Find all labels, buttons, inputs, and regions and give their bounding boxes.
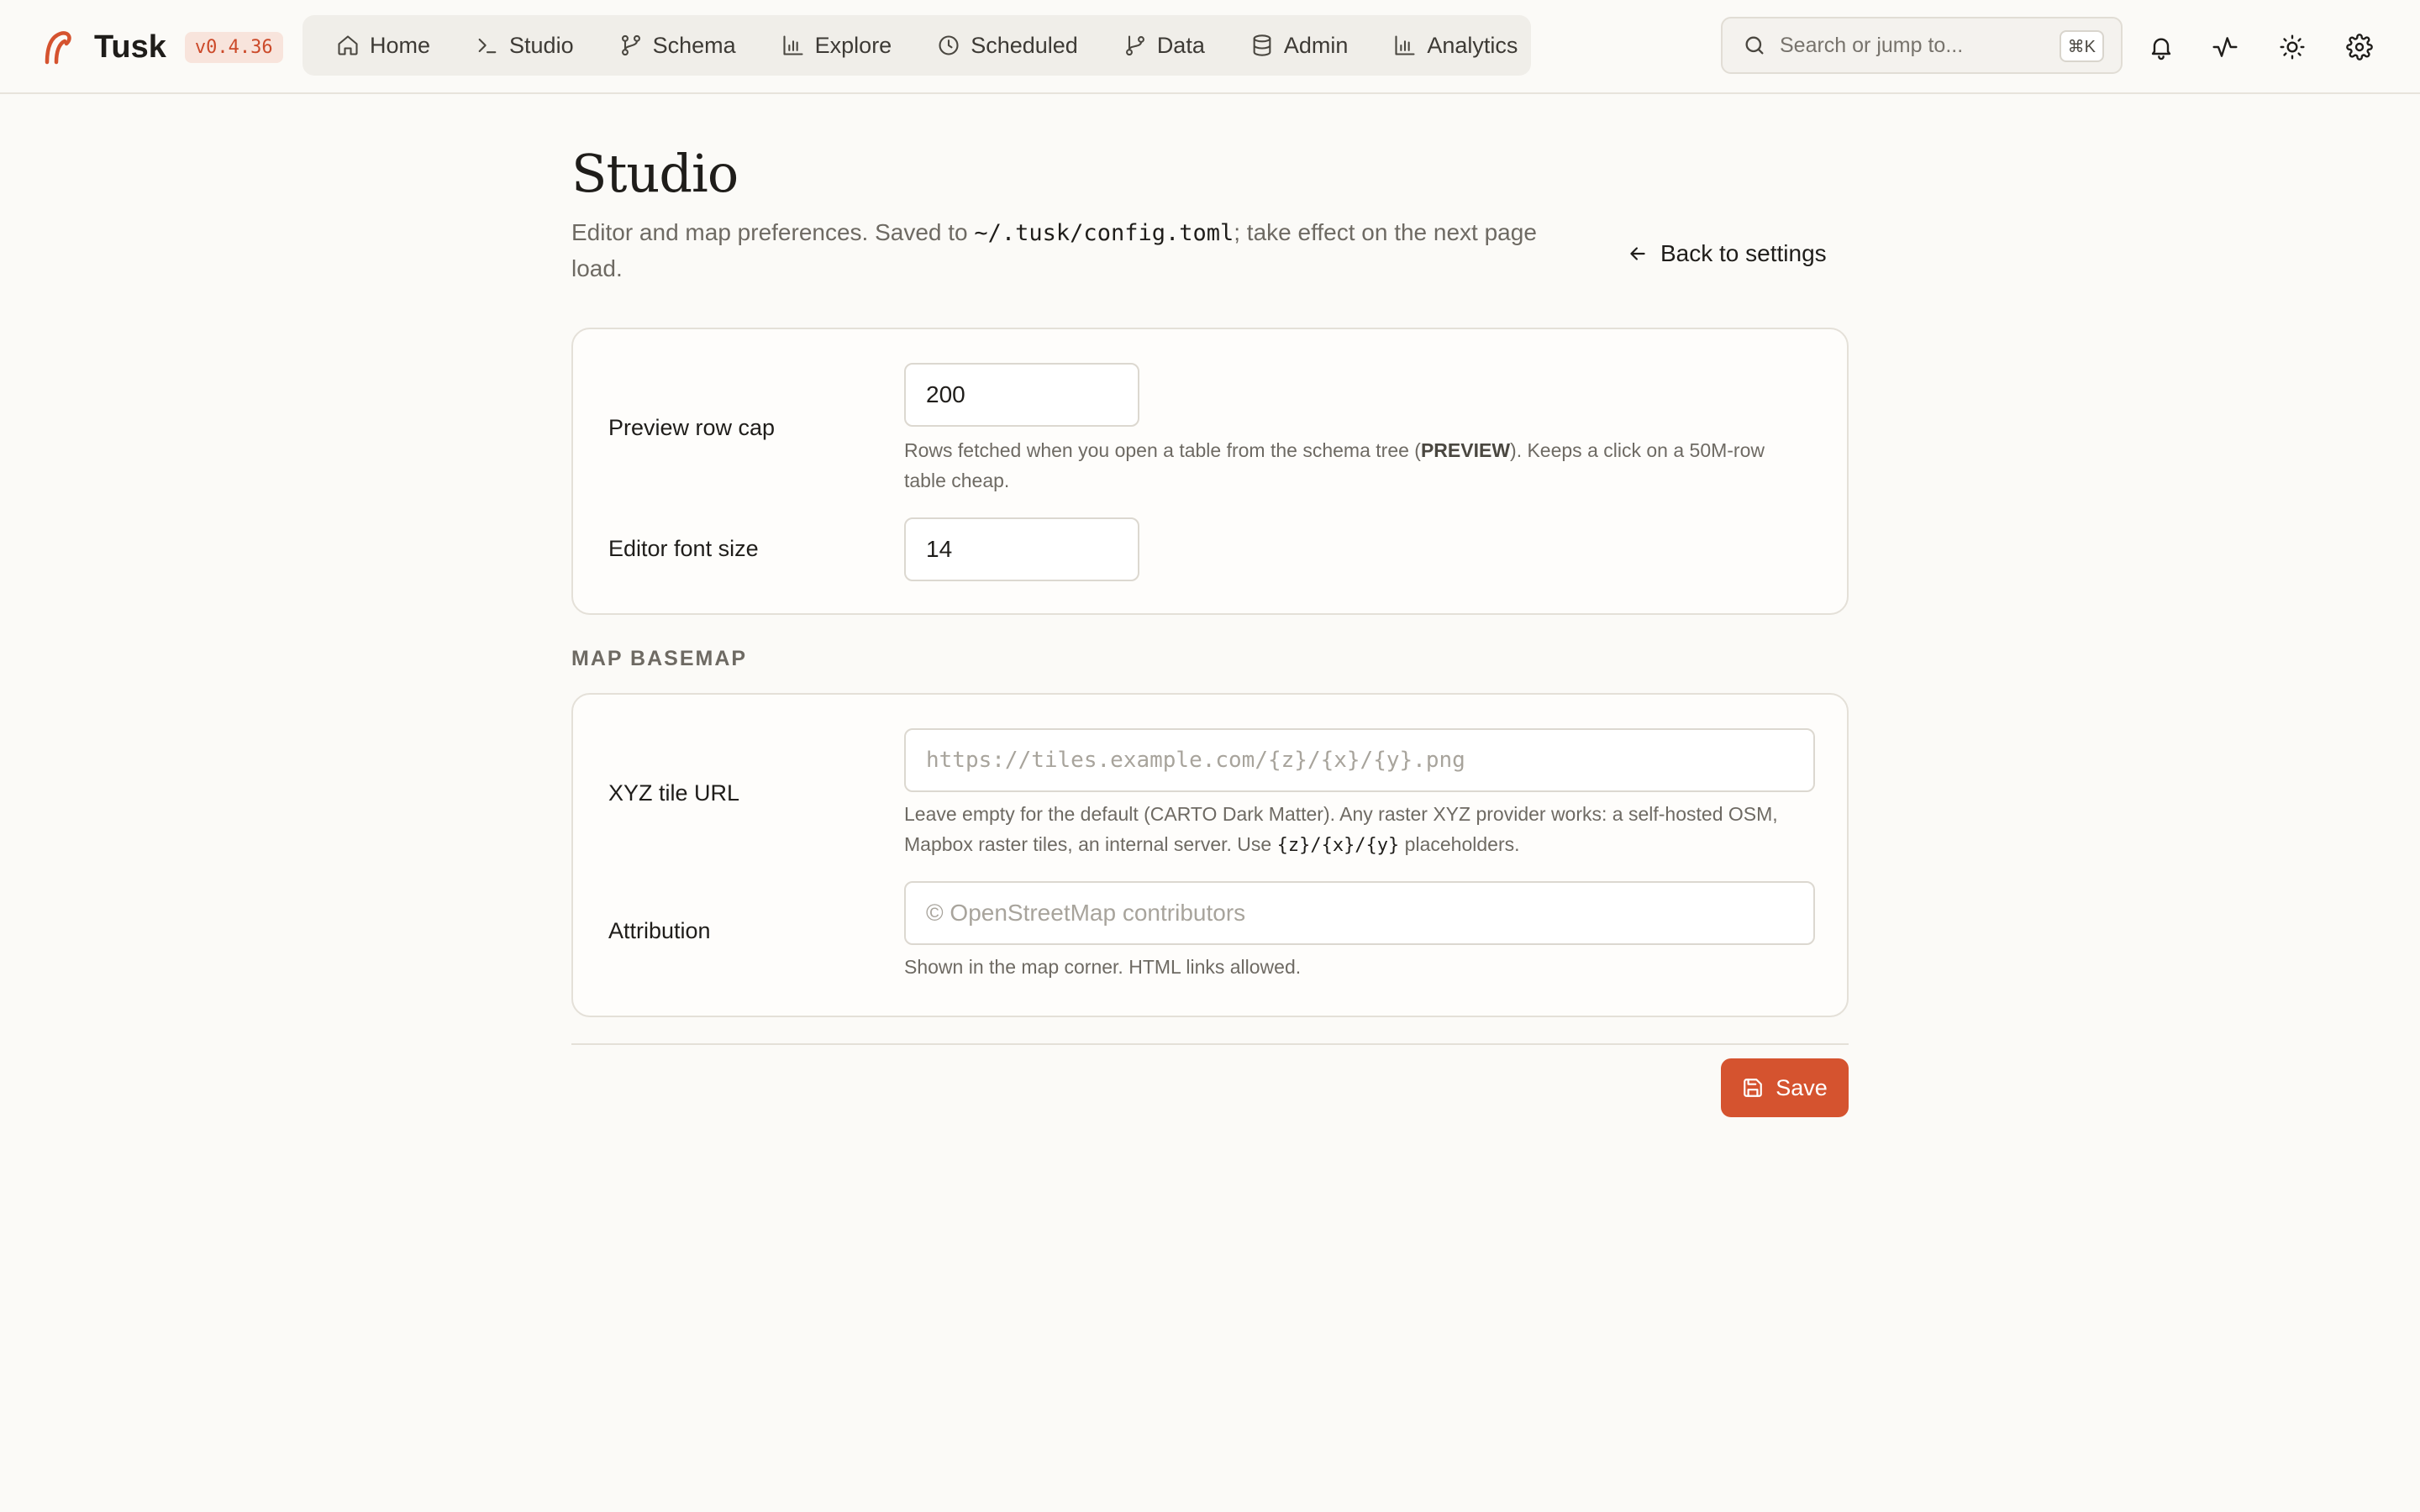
nav-item-schema[interactable]: Schema [611, 24, 744, 67]
preview-row-cap-input[interactable] [904, 363, 1139, 427]
xyz-tile-url-input[interactable] [904, 728, 1815, 792]
brand[interactable]: Tusk v0.4.36 [39, 25, 283, 69]
nav-item-label: Analytics [1427, 32, 1518, 58]
save-button[interactable]: Save [1721, 1058, 1849, 1117]
page-subtitle: Editor and map preferences. Saved to ~/.… [571, 215, 1538, 286]
search-input[interactable] [1780, 33, 2057, 58]
xyz-tile-url-label: XYZ tile URL [608, 780, 740, 806]
nav-item-label: Data [1156, 32, 1205, 58]
top-bar: Tusk v0.4.36 Home Studio Schema Explore … [0, 0, 2420, 94]
git-branch-icon [1125, 35, 1144, 56]
nav-item-label: Home [370, 32, 431, 58]
page-title: Studio [571, 143, 739, 204]
database-icon [1253, 34, 1271, 56]
bell-icon [2151, 38, 2171, 60]
arrow-left-icon [1630, 247, 1645, 260]
nav-item-data[interactable]: Data [1115, 24, 1213, 67]
preview-row-cap-help: Rows fetched when you open a table from … [904, 435, 1812, 496]
nav-item-label: Admin [1283, 32, 1349, 58]
schema-icon [621, 34, 640, 56]
clock-icon [939, 35, 959, 55]
activity-icon [2212, 37, 2238, 57]
preview-keyword: PREVIEW [1420, 439, 1511, 461]
help-text-end: placeholders. [1399, 833, 1520, 855]
terminal-icon [478, 38, 497, 54]
subtitle-text: Editor and map preferences. Saved to [571, 219, 975, 245]
bar-chart-icon [783, 35, 803, 55]
attribution-input[interactable] [904, 881, 1815, 945]
config-path: ~/.tusk/config.toml [974, 220, 1234, 246]
help-text: Rows fetched when you open a table from … [904, 439, 1421, 461]
nav-item-scheduled[interactable]: Scheduled [929, 24, 1086, 67]
tusk-logo-icon [45, 31, 71, 65]
bar-chart-icon [1395, 35, 1415, 55]
save-button-label: Save [1776, 1074, 1828, 1100]
attribution-label: Attribution [608, 918, 711, 943]
settings-button[interactable] [2338, 25, 2381, 69]
nav-item-explore[interactable]: Explore [773, 24, 901, 67]
editor-font-size-input[interactable] [904, 517, 1139, 581]
preview-row-cap-label: Preview row cap [608, 415, 776, 440]
app-name: Tusk [94, 29, 166, 65]
nav-item-label: Scheduled [971, 32, 1078, 58]
save-icon [1744, 1079, 1763, 1097]
nav-item-studio[interactable]: Studio [467, 24, 582, 67]
map-basemap-heading: MAP BASEMAP [571, 647, 748, 670]
nav-item-analytics[interactable]: Analytics [1385, 24, 1526, 67]
nav-item-admin[interactable]: Admin [1242, 24, 1357, 67]
sun-icon [2280, 34, 2305, 60]
nav-item-label: Explore [814, 32, 892, 58]
editor-settings-card: Preview row cap Rows fetched when you op… [571, 328, 1849, 615]
back-link-label: Back to settings [1660, 240, 1827, 266]
version-badge: v0.4.36 [184, 31, 283, 63]
nav-item-home[interactable]: Home [328, 24, 439, 67]
theme-toggle-button[interactable] [2270, 25, 2314, 69]
search-shortcut: ⌘K [2059, 30, 2104, 62]
nav-item-label: Studio [509, 32, 574, 58]
back-to-settings-link[interactable]: Back to settings [1627, 240, 1827, 267]
notifications-button[interactable] [2139, 25, 2183, 69]
main-nav: Home Studio Schema Explore Scheduled Dat… [302, 15, 1531, 76]
home-icon [338, 35, 358, 55]
editor-font-size-label: Editor font size [608, 536, 759, 561]
nav-item-label: Schema [652, 32, 736, 58]
gear-icon [2346, 34, 2373, 60]
search-icon [1745, 36, 1764, 55]
placeholder-code: {z}/{x}/{y} [1276, 835, 1400, 856]
xyz-tile-url-help: Leave empty for the default (CARTO Dark … [904, 799, 1812, 861]
map-basemap-card: XYZ tile URL Leave empty for the default… [571, 693, 1849, 1017]
search-bar[interactable]: ⌘K [1721, 17, 2123, 74]
activity-button[interactable] [2203, 25, 2247, 69]
footer-divider [571, 1043, 1849, 1045]
attribution-help: Shown in the map corner. HTML links allo… [904, 956, 1302, 978]
